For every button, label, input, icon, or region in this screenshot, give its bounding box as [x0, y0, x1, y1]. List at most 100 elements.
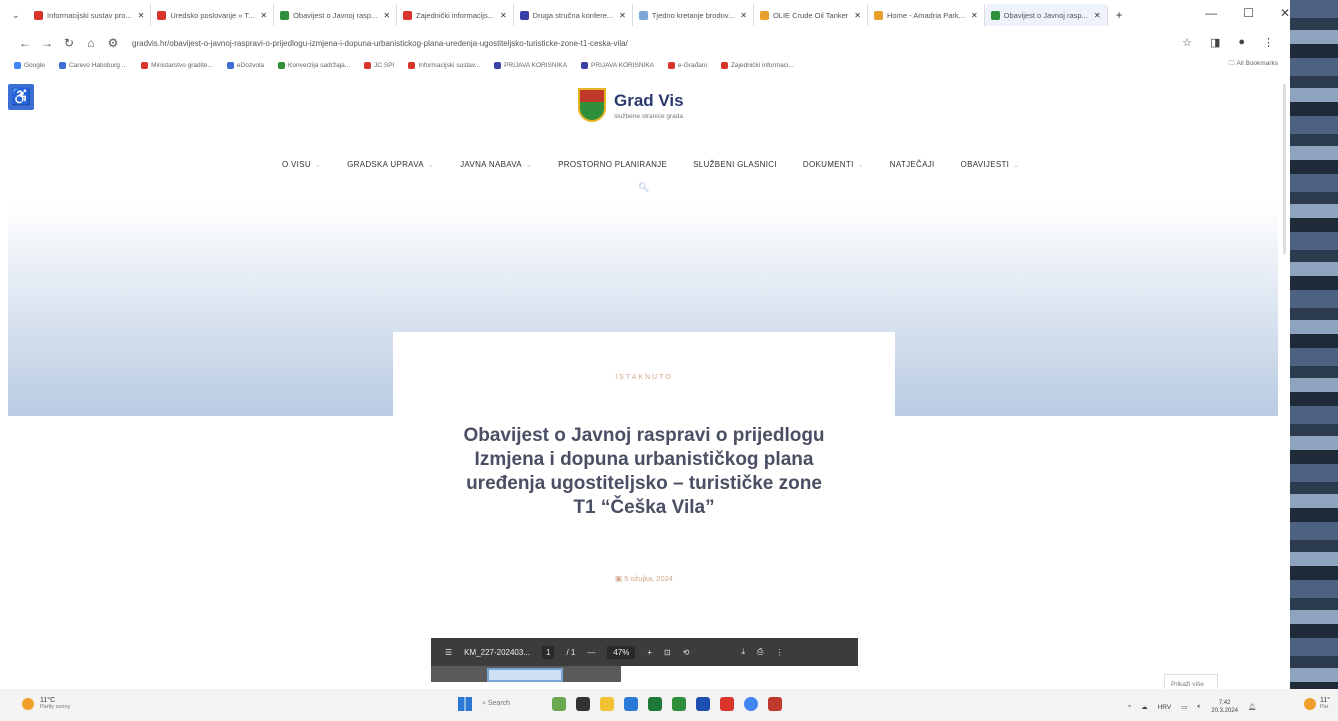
nav-item[interactable]: OBAVIJESTI ⌄	[961, 160, 1020, 169]
close-tab-icon[interactable]: ✕	[383, 11, 390, 20]
cloud-icon[interactable]: ☁	[1141, 703, 1148, 711]
browser-tab[interactable]: OLIE Crude Oil Tanker ✕	[754, 4, 868, 26]
side-panel-icon[interactable]: ◨	[1210, 36, 1220, 49]
pdf-menu-icon[interactable]: ☰	[445, 648, 452, 657]
close-tab-icon[interactable]: ✕	[500, 11, 507, 20]
print-icon[interactable]: ⎙	[757, 647, 763, 657]
browser-tab[interactable]: Informacijski sustav pro... ✕	[28, 4, 152, 26]
close-tab-icon[interactable]: ✕	[971, 11, 978, 20]
page-scrollbar[interactable]	[1283, 84, 1286, 254]
search-icon[interactable]: 🔍︎	[638, 182, 649, 193]
close-tab-icon[interactable]: ✕	[740, 11, 747, 20]
weather-widget[interactable]: 11°C Partly sunny	[22, 697, 70, 710]
nav-item[interactable]: SLUŽBENI GLASNICI	[693, 160, 777, 169]
nav-item[interactable]: O VISU ⌄	[282, 160, 321, 169]
browser-tab[interactable]: Druga stručna konfere... ✕	[514, 4, 633, 26]
nav-item-label: SLUŽBENI GLASNICI	[693, 160, 777, 169]
file-explorer-icon[interactable]	[600, 697, 614, 711]
close-window-button[interactable]: ✕	[1280, 6, 1290, 20]
menu-kebab-icon[interactable]: ⋮	[1263, 36, 1274, 49]
close-tab-icon[interactable]: ✕	[1094, 11, 1101, 20]
bookmark-label: Zajednički informaci...	[730, 61, 794, 69]
language-indicator[interactable]: HRV	[1158, 704, 1172, 711]
pdf-thumbnail[interactable]	[487, 668, 563, 682]
app-icon-green[interactable]	[672, 697, 686, 711]
zoom-out-icon[interactable]: —	[587, 648, 595, 657]
nav-item[interactable]: NATJEČAJI	[890, 160, 935, 169]
chrome-icon[interactable]	[744, 697, 758, 711]
task-view-icon[interactable]	[576, 697, 590, 711]
nav-item[interactable]: JAVNA NABAVA ⌄	[460, 160, 532, 169]
bookmark-item[interactable]: Konverzija sadržaja...	[278, 61, 350, 69]
profile-icon[interactable]: ●	[1238, 36, 1245, 49]
windows-start-icon[interactable]	[458, 697, 472, 711]
bookmark-item[interactable]: Zajednički informaci...	[720, 61, 794, 69]
rotate-icon[interactable]: ⟲	[683, 648, 690, 657]
pdf-more-icon[interactable]: ⋮	[775, 648, 783, 657]
bookmark-item[interactable]: Ministarstvo gradite...	[141, 61, 213, 69]
tray-chevron-icon[interactable]: ^	[1128, 704, 1131, 711]
widget-app-icon[interactable]	[552, 697, 566, 711]
new-tab-button[interactable]: +	[1116, 8, 1123, 22]
minimize-button[interactable]: —	[1205, 6, 1217, 20]
zoom-in-icon[interactable]: +	[647, 648, 652, 657]
tab-favicon-icon	[403, 10, 413, 20]
all-bookmarks-button[interactable]: 🗀 All Bookmarks	[1229, 59, 1279, 70]
download-icon[interactable]: ⤓	[741, 647, 745, 657]
close-tab-icon[interactable]: ✕	[619, 11, 626, 20]
bookmark-item[interactable]: JC SPI	[364, 61, 394, 69]
accessibility-icon[interactable]: ♿	[8, 84, 34, 110]
tab-search-icon[interactable]: ⌄	[12, 10, 28, 21]
show-more-button[interactable]: Prikaži više	[1164, 674, 1218, 689]
maximize-button[interactable]: ☐	[1243, 6, 1254, 20]
bookmark-item[interactable]: PRIJAVA KORISNIKA	[494, 61, 567, 69]
pdf-page-input[interactable]: 1	[542, 645, 555, 659]
nav-item[interactable]: DOKUMENTI ⌄	[803, 160, 864, 169]
weather-widget-secondary[interactable]: 11° Par	[1304, 697, 1330, 710]
browser-tab[interactable]: Obavijest o Javnoj rasp... ✕	[984, 4, 1108, 26]
fit-page-icon[interactable]: ⊡	[664, 648, 671, 657]
tab-favicon-icon	[34, 10, 43, 20]
bookmark-star-icon[interactable]: ☆	[1182, 36, 1192, 49]
article-kicker: ISTAKNUTO	[615, 374, 673, 381]
bookmark-item[interactable]: e-Građani	[668, 61, 707, 69]
outlook-icon[interactable]	[624, 697, 638, 711]
url-field[interactable]: gradvis.hr/obavijest-o-javnoj-raspravi-o…	[132, 39, 628, 48]
bookmark-item[interactable]: PRIJAVA KORISNIKA	[581, 61, 654, 69]
word-icon[interactable]	[696, 697, 710, 711]
tab-label: Zajednički informacijs...	[416, 10, 494, 20]
nav-item-label: GRADSKA UPRAVA	[347, 160, 424, 169]
back-icon[interactable]: ←	[14, 36, 36, 50]
close-tab-icon[interactable]: ✕	[260, 11, 267, 20]
close-tab-icon[interactable]: ✕	[854, 11, 861, 20]
reload-icon[interactable]: ↻	[58, 36, 80, 50]
bookmark-item[interactable]: eDozvola	[226, 61, 264, 69]
forward-icon[interactable]: →	[36, 36, 58, 50]
home-icon[interactable]: ⌂	[80, 36, 102, 50]
main-navigation: O VISU ⌄ GRADSKA UPRAVA ⌄ JAVNA NABAVA ⌄ PROST…	[282, 160, 1045, 169]
bookmark-item[interactable]: Carevo Habsburg ...	[58, 61, 127, 69]
nav-item[interactable]: GRADSKA UPRAVA ⌄	[347, 160, 434, 169]
pdf-app-icon[interactable]	[768, 697, 782, 711]
tab-favicon-icon	[638, 10, 648, 20]
volume-icon[interactable]: 🔈︎	[1197, 703, 1201, 711]
site-logo[interactable]: Grad Vis službene stranice grada	[578, 88, 684, 122]
network-icon[interactable]: ▭	[1181, 703, 1187, 711]
pdf-zoom-input[interactable]: 47%	[607, 645, 636, 659]
browser-tab[interactable]: Zajednički informacijs... ✕	[397, 4, 514, 26]
pdf-viewer: ☰ KM_227-202403... 1 / 1 — 47% + ⊡ ⟲ ⤓ ⎙…	[431, 638, 858, 682]
browser-tab[interactable]: Tjedno kretanje brodov... ✕	[633, 4, 754, 26]
taskbar-search[interactable]: ⌕ Search	[482, 700, 542, 708]
clock[interactable]: 7:42 20.3.2024	[1211, 699, 1238, 715]
acrobat-icon[interactable]	[720, 697, 734, 711]
bookmark-item[interactable]: Google	[14, 61, 45, 69]
close-tab-icon[interactable]: ✕	[138, 11, 145, 20]
browser-tab[interactable]: Uredsko poslovanje » T... ✕	[151, 4, 275, 26]
browser-tab[interactable]: Home - Amadria Park... ✕	[868, 4, 985, 26]
notification-bell-icon[interactable]: 🔔︎	[1248, 703, 1256, 711]
nav-item[interactable]: PROSTORNO PLANIRANJE	[558, 160, 667, 169]
browser-tab[interactable]: Obavijest o Javnoj rasp... ✕	[274, 4, 398, 26]
site-info-icon[interactable]: ⚙	[102, 36, 124, 50]
excel-icon[interactable]	[648, 697, 662, 711]
bookmark-item[interactable]: Informacijski sustav...	[408, 61, 480, 69]
